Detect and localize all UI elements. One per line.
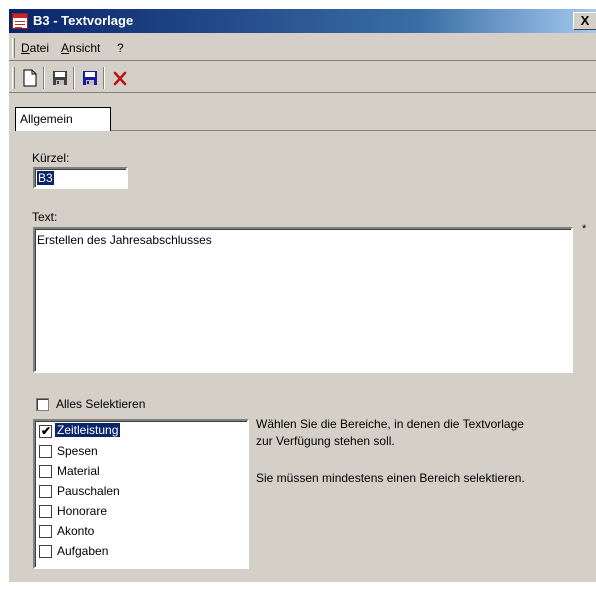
dialog-window: B3 - Textvorlage X Datei Ansicht ? Allge… bbox=[8, 8, 596, 582]
info-line-3: Sie müssen mindestens einen Bereich sele… bbox=[256, 471, 525, 485]
select-all-checkbox[interactable] bbox=[36, 398, 49, 411]
app-icon bbox=[12, 13, 28, 29]
list-item-pauschalen[interactable]: Pauschalen bbox=[37, 481, 245, 501]
list-item-label: Material bbox=[57, 464, 100, 478]
list-item-label: Aufgaben bbox=[57, 544, 109, 558]
delete-icon[interactable] bbox=[109, 67, 131, 89]
list-item-label: Zeitleistung bbox=[55, 423, 121, 437]
toolbar bbox=[9, 63, 596, 93]
window-title: B3 - Textvorlage bbox=[33, 13, 134, 28]
menu-help[interactable]: ? bbox=[117, 41, 124, 55]
list-item-aufgaben[interactable]: Aufgaben bbox=[37, 541, 245, 561]
pauschalen-checkbox[interactable] bbox=[39, 485, 52, 498]
material-checkbox[interactable] bbox=[39, 465, 52, 478]
honorare-checkbox[interactable] bbox=[39, 505, 52, 518]
required-marker: * bbox=[582, 223, 587, 235]
new-document-icon[interactable] bbox=[19, 67, 41, 89]
list-item-honorare[interactable]: Honorare bbox=[37, 501, 245, 521]
akonto-checkbox[interactable] bbox=[39, 525, 52, 538]
info-line-1: Wählen Sie die Bereiche, in denen die Te… bbox=[256, 417, 524, 431]
kuerzel-value: B3 bbox=[37, 171, 54, 185]
list-item-label: Akonto bbox=[57, 524, 95, 538]
toolbar-grip bbox=[12, 67, 15, 89]
text-value: Erstellen des Jahresabschlusses bbox=[37, 233, 212, 247]
text-area[interactable]: Erstellen des Jahresabschlusses bbox=[33, 227, 573, 373]
list-item-zeitleistung[interactable]: ✔ Zeitleistung bbox=[37, 421, 245, 441]
list-item-spesen[interactable]: Spesen bbox=[37, 441, 245, 461]
close-button[interactable]: X bbox=[573, 12, 596, 30]
list-item-label: Honorare bbox=[57, 504, 108, 518]
save-as-icon[interactable] bbox=[79, 67, 101, 89]
menu-bar: Datei Ansicht ? bbox=[9, 35, 596, 61]
tab-allgemein[interactable]: Allgemein bbox=[15, 107, 111, 131]
aufgaben-checkbox[interactable] bbox=[39, 545, 52, 558]
select-all-label[interactable]: Alles Selektieren bbox=[56, 397, 145, 411]
list-item-label: Spesen bbox=[57, 444, 98, 458]
spesen-checkbox[interactable] bbox=[39, 445, 52, 458]
areas-listbox[interactable]: ✔ Zeitleistung Spesen Material Pauschale… bbox=[33, 419, 249, 569]
menu-ansicht[interactable]: Ansicht bbox=[61, 41, 100, 55]
list-item-material[interactable]: Material bbox=[37, 461, 245, 481]
info-line-2: zur Verfügung stehen soll. bbox=[256, 434, 395, 448]
kuerzel-label: Kürzel: bbox=[32, 151, 70, 165]
menubar-grip bbox=[12, 38, 15, 58]
zeitleistung-checkbox[interactable]: ✔ bbox=[39, 424, 52, 438]
tab-strip: Allgemein bbox=[9, 101, 596, 131]
menu-datei[interactable]: Datei bbox=[21, 41, 49, 55]
list-item-label: Pauschalen bbox=[57, 484, 120, 498]
kuerzel-input[interactable]: B3 bbox=[33, 167, 128, 189]
list-item-akonto[interactable]: Akonto bbox=[37, 521, 245, 541]
title-bar[interactable]: B3 - Textvorlage X bbox=[9, 9, 596, 33]
save-icon[interactable] bbox=[49, 67, 71, 89]
text-label: Text: bbox=[32, 210, 58, 224]
